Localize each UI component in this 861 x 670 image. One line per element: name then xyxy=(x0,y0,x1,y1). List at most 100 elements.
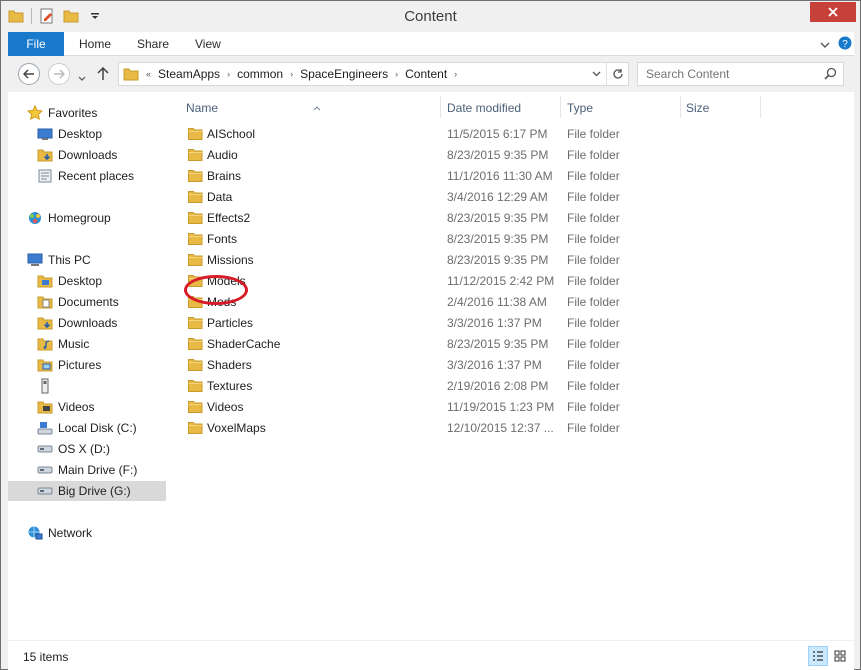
file-row[interactable]: Missions 8/23/2015 9:35 PM File folder xyxy=(178,250,758,271)
file-name: AISchool xyxy=(207,127,256,141)
chevron-down-icon xyxy=(592,71,601,77)
nav-network[interactable]: Network xyxy=(26,523,184,543)
tab-view[interactable]: View xyxy=(195,32,221,56)
search-icon[interactable] xyxy=(824,67,837,83)
column-divider[interactable] xyxy=(560,96,561,118)
file-row[interactable]: Brains 11/1/2016 11:30 AM File folder xyxy=(178,166,758,187)
up-button[interactable] xyxy=(94,65,112,83)
nav-label: Homegroup xyxy=(48,211,111,225)
close-button[interactable] xyxy=(810,2,856,22)
file-row[interactable]: Fonts 8/23/2015 9:35 PM File folder xyxy=(178,229,758,250)
back-button[interactable] xyxy=(18,63,40,85)
file-row[interactable]: Models 11/12/2015 2:42 PM File folder xyxy=(178,271,758,292)
expand-ribbon-icon[interactable] xyxy=(820,38,830,52)
file-row[interactable]: Videos 11/19/2015 1:23 PM File folder xyxy=(178,397,758,418)
column-header-name[interactable]: Name xyxy=(186,97,436,119)
nav-pc-desktop[interactable]: Desktop xyxy=(36,271,194,291)
nav-pc-unnamed[interactable] xyxy=(36,376,194,396)
nav-pc-downloads[interactable]: Downloads xyxy=(36,313,194,333)
breadcrumb-content[interactable]: Content xyxy=(401,67,451,81)
column-divider[interactable] xyxy=(440,96,441,118)
breadcrumb-steamapps[interactable]: SteamApps xyxy=(154,67,224,81)
nav-pc-local-disk-c[interactable]: Local Disk (C:) xyxy=(36,418,194,438)
file-date-modified: 2/4/2016 11:38 AM xyxy=(447,295,547,309)
device-icon xyxy=(36,378,54,394)
arrow-up-icon xyxy=(97,67,109,80)
recent-locations-icon[interactable] xyxy=(78,71,86,85)
nav-pc-documents[interactable]: Documents xyxy=(36,292,194,312)
chevron-right-icon[interactable]: › xyxy=(224,69,233,79)
column-header-size[interactable]: Size xyxy=(686,97,709,119)
nav-favorites[interactable]: Favorites xyxy=(26,103,184,123)
file-name: Textures xyxy=(207,379,253,393)
column-divider[interactable] xyxy=(760,96,761,118)
nav-pc-drive-g[interactable]: Big Drive (G:) xyxy=(8,481,166,501)
sort-ascending-icon xyxy=(313,96,321,118)
videos-icon xyxy=(36,399,54,415)
nav-label: Videos xyxy=(58,400,95,414)
file-type: File folder xyxy=(567,379,620,393)
file-row[interactable]: Data 3/4/2016 12:29 AM File folder xyxy=(178,187,758,208)
file-date-modified: 3/3/2016 1:37 PM xyxy=(447,358,542,372)
large-icons-view-button[interactable] xyxy=(830,646,850,666)
nav-pc-pictures[interactable]: Pictures xyxy=(36,355,194,375)
chevron-right-icon[interactable]: › xyxy=(392,69,401,79)
nav-pc-drive-d[interactable]: OS X (D:) xyxy=(36,439,194,459)
file-row[interactable]: AISchool 11/5/2015 6:17 PM File folder xyxy=(178,124,758,145)
nav-favorites-recent[interactable]: Recent places xyxy=(36,166,194,186)
search-box[interactable] xyxy=(637,62,844,86)
large-icons-view-icon xyxy=(834,650,846,662)
file-row[interactable]: ShaderCache 8/23/2015 9:35 PM File folder xyxy=(178,334,758,355)
file-row[interactable]: Audio 8/23/2015 9:35 PM File folder xyxy=(178,145,758,166)
highlight-circle xyxy=(184,275,248,305)
file-date-modified: 3/4/2016 12:29 AM xyxy=(447,190,548,204)
tab-home[interactable]: Home xyxy=(79,32,111,56)
breadcrumb-spaceengineers[interactable]: SpaceEngineers xyxy=(296,67,392,81)
file-type: File folder xyxy=(567,337,620,351)
status-bar: 15 items xyxy=(8,640,854,670)
nav-label: Favorites xyxy=(48,106,98,120)
chevron-right-icon[interactable]: › xyxy=(451,69,460,79)
nav-label: Desktop xyxy=(58,274,103,288)
column-divider[interactable] xyxy=(680,96,681,118)
breadcrumb-overflow[interactable]: « xyxy=(143,69,154,79)
nav-pc-videos[interactable]: Videos xyxy=(36,397,194,417)
address-dropdown-button[interactable] xyxy=(586,63,606,85)
file-row[interactable]: Effects2 8/23/2015 9:35 PM File folder xyxy=(178,208,758,229)
nav-favorites-downloads[interactable]: Downloads xyxy=(36,145,194,165)
file-type: File folder xyxy=(567,190,620,204)
search-input[interactable] xyxy=(638,63,818,85)
window-title: Content xyxy=(404,8,457,25)
file-type: File folder xyxy=(567,400,620,414)
nav-favorites-desktop[interactable]: Desktop xyxy=(36,124,194,144)
nav-homegroup[interactable]: Homegroup xyxy=(26,208,184,228)
chevron-right-icon[interactable]: › xyxy=(287,69,296,79)
file-row[interactable]: Particles 3/3/2016 1:37 PM File folder xyxy=(178,313,758,334)
system-drive-icon xyxy=(36,420,54,436)
file-name: VoxelMaps xyxy=(207,421,266,435)
file-date-modified: 8/23/2015 9:35 PM xyxy=(447,211,549,225)
column-header-date[interactable]: Date modified xyxy=(447,97,521,119)
file-row[interactable]: Mods 2/4/2016 11:38 AM File folder xyxy=(178,292,758,313)
breadcrumb-common[interactable]: common xyxy=(233,67,287,81)
column-header-type[interactable]: Type xyxy=(567,97,593,119)
help-icon[interactable]: ? xyxy=(838,36,852,53)
nav-this-pc[interactable]: This PC xyxy=(26,250,184,270)
file-row[interactable]: VoxelMaps 12/10/2015 12:37 ... File folder xyxy=(178,418,758,439)
nav-pc-music[interactable]: Music xyxy=(36,334,194,354)
drive-icon xyxy=(36,441,54,457)
forward-button[interactable] xyxy=(48,63,70,85)
tab-share[interactable]: Share xyxy=(137,32,169,56)
file-row[interactable]: Textures 2/19/2016 2:08 PM File folder xyxy=(178,376,758,397)
folder-icon xyxy=(123,67,139,81)
file-date-modified: 2/19/2016 2:08 PM xyxy=(447,379,549,393)
details-view-button[interactable] xyxy=(808,646,828,666)
file-name: Shaders xyxy=(207,358,252,372)
nav-pc-drive-f[interactable]: Main Drive (F:) xyxy=(36,460,194,480)
refresh-button[interactable] xyxy=(606,63,628,85)
address-bar[interactable]: « SteamApps › common › SpaceEngineers › … xyxy=(118,62,629,86)
file-row[interactable]: Shaders 3/3/2016 1:37 PM File folder xyxy=(178,355,758,376)
drive-icon xyxy=(36,462,54,478)
tab-file[interactable]: File xyxy=(8,32,64,56)
file-name: Brains xyxy=(207,169,242,183)
